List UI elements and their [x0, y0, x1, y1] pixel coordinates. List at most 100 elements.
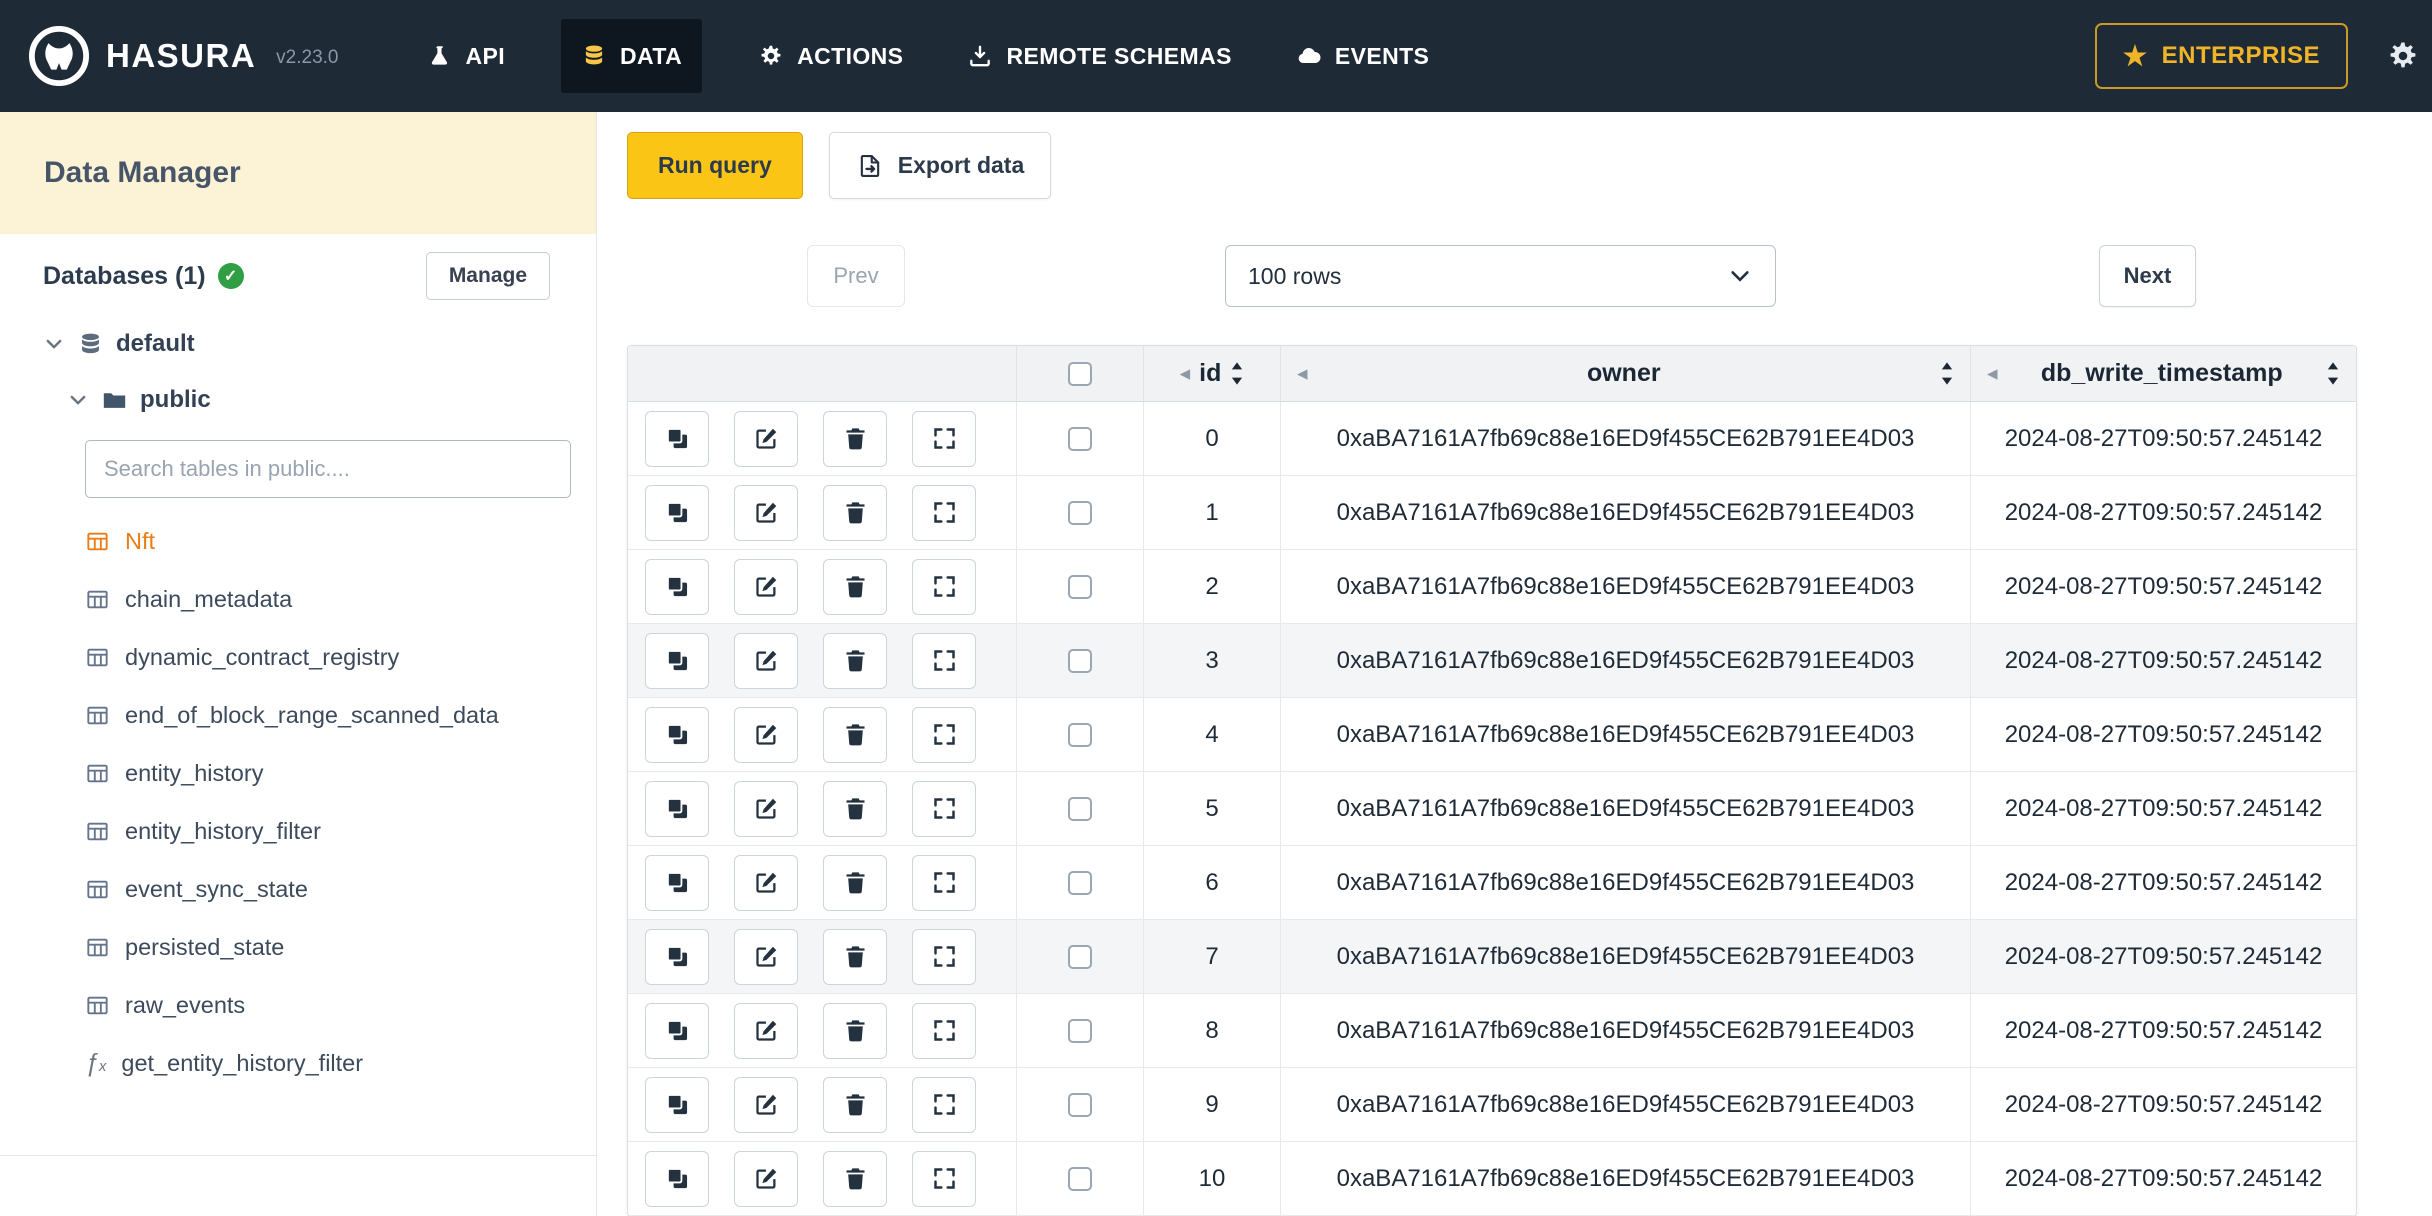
- clone-row-button[interactable]: [645, 410, 709, 467]
- sidebar-table-entity_history_filter[interactable]: entity_history_filter: [85, 802, 550, 860]
- row-actions-cell: [628, 994, 1017, 1067]
- chevron-down-icon: [1727, 263, 1753, 289]
- edit-row-button[interactable]: [734, 854, 798, 911]
- row-checkbox[interactable]: [1068, 648, 1092, 673]
- hasura-logo-icon: [28, 25, 90, 87]
- row-checkbox[interactable]: [1068, 1166, 1092, 1191]
- clone-row-button[interactable]: [645, 484, 709, 541]
- delete-row-button[interactable]: [823, 1076, 887, 1133]
- row-checkbox[interactable]: [1068, 796, 1092, 821]
- clone-row-button[interactable]: [645, 854, 709, 911]
- sort-icon[interactable]: [1230, 360, 1244, 387]
- edit-row-button[interactable]: [734, 1076, 798, 1133]
- edit-row-button[interactable]: [734, 632, 798, 689]
- row-checkbox[interactable]: [1068, 1092, 1092, 1117]
- delete-row-button[interactable]: [823, 484, 887, 541]
- row-checkbox[interactable]: [1068, 426, 1092, 451]
- search-tables-input[interactable]: [85, 440, 571, 498]
- sort-icon[interactable]: [2326, 360, 2340, 387]
- edit-row-button[interactable]: [734, 558, 798, 615]
- expand-row-button[interactable]: [912, 1002, 976, 1059]
- hasura-logo[interactable]: HASURA v2.23.0: [28, 25, 339, 87]
- clone-row-button[interactable]: [645, 706, 709, 763]
- next-page-button[interactable]: Next: [2099, 245, 2196, 307]
- expand-row-button[interactable]: [912, 484, 976, 541]
- edit-row-button[interactable]: [734, 410, 798, 467]
- nav-item-remote-schemas[interactable]: REMOTE SCHEMAS: [959, 19, 1239, 93]
- sidebar-table-raw_events[interactable]: raw_events: [85, 976, 550, 1034]
- clone-row-button[interactable]: [645, 1002, 709, 1059]
- run-query-button[interactable]: Run query: [627, 132, 803, 199]
- tree-node-default[interactable]: default: [43, 316, 550, 372]
- expand-row-button[interactable]: [912, 928, 976, 985]
- delete-row-button[interactable]: [823, 780, 887, 837]
- row-checkbox[interactable]: [1068, 500, 1092, 525]
- table-name: persisted_state: [125, 933, 285, 960]
- sidebar-table-Nft[interactable]: Nft: [85, 512, 550, 570]
- column-header-id[interactable]: ◂ id: [1144, 346, 1281, 401]
- sidebar-table-chain_metadata[interactable]: chain_metadata: [85, 570, 550, 628]
- select-all-checkbox[interactable]: [1068, 361, 1092, 386]
- row-checkbox[interactable]: [1068, 722, 1092, 747]
- nav-item-actions[interactable]: ACTIONS: [750, 19, 911, 93]
- row-checkbox-cell: [1017, 550, 1144, 623]
- collapse-column-icon[interactable]: ◂: [1297, 361, 1308, 386]
- tree-node-public[interactable]: public: [43, 372, 550, 428]
- clone-row-button[interactable]: [645, 928, 709, 985]
- manage-button[interactable]: Manage: [425, 252, 550, 300]
- data-manager-title: Data Manager: [0, 112, 596, 234]
- sidebar-table-end_of_block_range_scanned_data[interactable]: end_of_block_range_scanned_data: [85, 686, 550, 744]
- sidebar-table-dynamic_contract_registry[interactable]: dynamic_contract_registry: [85, 628, 550, 686]
- expand-row-button[interactable]: [912, 410, 976, 467]
- expand-row-button[interactable]: [912, 780, 976, 837]
- delete-row-button[interactable]: [823, 410, 887, 467]
- rows-per-page-select[interactable]: 100 rows: [1225, 245, 1776, 307]
- clone-row-button[interactable]: [645, 1076, 709, 1133]
- delete-row-button[interactable]: [823, 558, 887, 615]
- clone-row-button[interactable]: [645, 780, 709, 837]
- delete-row-button[interactable]: [823, 632, 887, 689]
- settings-gear-icon[interactable]: [2386, 39, 2420, 73]
- expand-row-button[interactable]: [912, 1150, 976, 1207]
- sort-icon[interactable]: [1940, 360, 1954, 387]
- clone-row-button[interactable]: [645, 1150, 709, 1207]
- nav-item-data[interactable]: DATA: [561, 19, 703, 93]
- delete-row-button[interactable]: [823, 706, 887, 763]
- expand-row-button[interactable]: [912, 854, 976, 911]
- expand-row-button[interactable]: [912, 558, 976, 615]
- delete-row-button[interactable]: [823, 1002, 887, 1059]
- delete-row-button[interactable]: [823, 928, 887, 985]
- edit-row-button[interactable]: [734, 780, 798, 837]
- sidebar-table-persisted_state[interactable]: persisted_state: [85, 918, 550, 976]
- sidebar-table-get_entity_history_filter[interactable]: ƒx get_entity_history_filter: [85, 1034, 550, 1092]
- collapse-column-icon[interactable]: ◂: [1180, 361, 1191, 386]
- nav-item-events[interactable]: EVENTS: [1288, 19, 1437, 93]
- nav-item-api[interactable]: API: [419, 19, 514, 93]
- edit-row-button[interactable]: [734, 1150, 798, 1207]
- clone-row-button[interactable]: [645, 632, 709, 689]
- copy-icon: [664, 721, 691, 748]
- sidebar-table-event_sync_state[interactable]: event_sync_state: [85, 860, 550, 918]
- expand-row-button[interactable]: [912, 706, 976, 763]
- edit-row-button[interactable]: [734, 928, 798, 985]
- collapse-column-icon[interactable]: ◂: [1987, 361, 1998, 386]
- edit-row-button[interactable]: [734, 1002, 798, 1059]
- prev-page-button[interactable]: Prev: [807, 245, 905, 307]
- expand-row-button[interactable]: [912, 632, 976, 689]
- column-header-db-write-timestamp[interactable]: ◂ db_write_timestamp: [1971, 346, 2356, 401]
- row-checkbox[interactable]: [1068, 574, 1092, 599]
- expand-row-button[interactable]: [912, 1076, 976, 1133]
- expand-icon: [931, 1091, 958, 1118]
- row-checkbox[interactable]: [1068, 1018, 1092, 1043]
- column-header-owner[interactable]: ◂ owner: [1281, 346, 1971, 401]
- enterprise-button[interactable]: ★ ENTERPRISE: [2094, 23, 2348, 89]
- sidebar-table-entity_history[interactable]: entity_history: [85, 744, 550, 802]
- edit-row-button[interactable]: [734, 706, 798, 763]
- export-data-button[interactable]: Export data: [828, 132, 1052, 199]
- delete-row-button[interactable]: [823, 854, 887, 911]
- delete-row-button[interactable]: [823, 1150, 887, 1207]
- clone-row-button[interactable]: [645, 558, 709, 615]
- row-checkbox[interactable]: [1068, 870, 1092, 895]
- edit-row-button[interactable]: [734, 484, 798, 541]
- row-checkbox[interactable]: [1068, 944, 1092, 969]
